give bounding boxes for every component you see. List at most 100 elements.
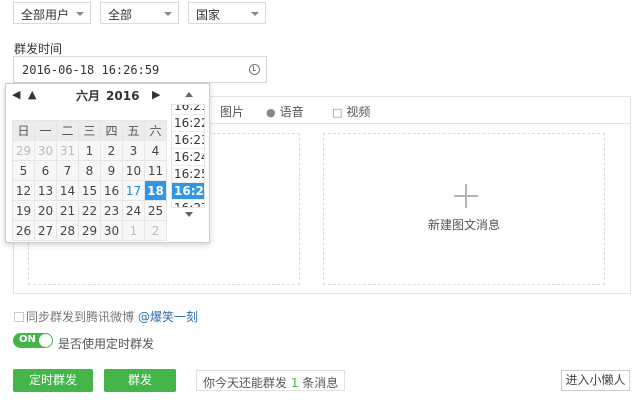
calendar-month: 六月: [76, 89, 101, 103]
calendar-day[interactable]: 28: [56, 220, 79, 241]
weekday-header: 日一二三四五六: [12, 120, 167, 141]
calendar-day[interactable]: 2: [100, 140, 123, 161]
time-option[interactable]: 16:22: [172, 115, 204, 132]
calendar-day[interactable]: 3: [122, 140, 145, 161]
tab-video-label: 视频: [346, 105, 371, 119]
calendar-day[interactable]: 22: [78, 200, 101, 221]
calendar-day[interactable]: 26: [12, 220, 35, 241]
time-column: 16:2116:2216:2316:2416:2516:2616:27: [166, 88, 209, 240]
weekday-label: 五: [122, 120, 145, 141]
time-option[interactable]: 16:23: [172, 132, 204, 149]
calendar-day[interactable]: 18: [144, 180, 167, 201]
calendar-year: 2016: [106, 89, 140, 103]
time-option[interactable]: 16:24: [172, 149, 204, 166]
calendar-day[interactable]: 21: [56, 200, 79, 221]
calendar-day[interactable]: 20: [34, 200, 57, 221]
toggle-state: ON: [19, 334, 36, 345]
datetime-picker: ◀ ▲ ▶ 六月 2016 日一二三四五六 29 30 31 1 2 3 4 5 6 7 8 9 10 11…: [5, 83, 210, 243]
calendar-day[interactable]: 10: [122, 160, 145, 181]
calendar-week: 26 27 28 29 30 1 2: [12, 220, 167, 241]
timed-send-toggle[interactable]: ON: [13, 333, 53, 348]
tab-image[interactable]: 图片: [220, 103, 244, 120]
tab-image-label: 图片: [220, 105, 245, 119]
calendar-day[interactable]: 8: [78, 160, 101, 181]
calendar-day[interactable]: 6: [34, 160, 57, 181]
calendar-grid: 日一二三四五六 29 30 31 1 2 3 4 5 6 7 8 9 10 11 12 13 14 15 16 17 1…: [12, 120, 167, 241]
audience-select[interactable]: 全部用户: [13, 2, 91, 24]
calendar-day[interactable]: 9: [100, 160, 123, 181]
time-option[interactable]: 16:25: [172, 166, 204, 183]
calendar-day[interactable]: 1: [78, 140, 101, 161]
calendar-day[interactable]: 29: [78, 220, 101, 241]
weekday-label: 三: [78, 120, 101, 141]
region-select-value: 国家: [196, 8, 221, 22]
calendar-day[interactable]: 30: [34, 140, 57, 161]
calendar-day[interactable]: 11: [144, 160, 167, 181]
home-icon[interactable]: ▲: [28, 88, 36, 104]
calendar-day[interactable]: 17: [122, 180, 145, 201]
time-option[interactable]: 16:27: [172, 200, 204, 207]
weekday-label: 二: [56, 120, 79, 141]
calendar-day[interactable]: 23: [100, 200, 123, 221]
next-month-button[interactable]: ▶: [152, 88, 160, 104]
timed-send-button[interactable]: 定时群发: [13, 369, 93, 392]
calendar-day[interactable]: 13: [34, 180, 57, 201]
send-button[interactable]: 群发: [104, 369, 176, 392]
calendar-week: 12 13 14 15 16 17 18: [12, 180, 167, 201]
calendar-day[interactable]: 24: [122, 200, 145, 221]
calendar-title[interactable]: 六月 2016: [76, 87, 139, 104]
weekday-label: 四: [100, 120, 123, 141]
calendar-day[interactable]: 4: [144, 140, 167, 161]
lazy-helper-button[interactable]: 进入小懒人: [561, 370, 630, 391]
weekday-label: 一: [34, 120, 57, 141]
calendar-day[interactable]: 5: [12, 160, 35, 181]
calendar-day[interactable]: 16: [100, 180, 123, 201]
calendar-day[interactable]: 29: [12, 140, 35, 161]
clock-icon[interactable]: [249, 64, 260, 75]
time-scroll-down-icon[interactable]: [185, 212, 193, 217]
calendar-day[interactable]: 12: [12, 180, 35, 201]
calendar-week: 29 30 31 1 2 3 4: [12, 140, 167, 161]
sync-weibo-label: 同步群发到腾讯微博: [26, 310, 135, 324]
new-article-slot[interactable]: 新建图文消息: [323, 133, 605, 285]
region-select[interactable]: 国家: [188, 2, 266, 24]
calendar-day[interactable]: 15: [78, 180, 101, 201]
plus-icon: [454, 184, 478, 208]
datetime-value: 2016-06-18 16:26:59: [22, 63, 160, 77]
quota-notice: 你今天还能群发 1 条消息: [196, 370, 346, 391]
tab-video[interactable]: □ 视频: [332, 103, 370, 120]
microphone-icon: ●: [266, 106, 276, 119]
calendar-day[interactable]: 27: [34, 220, 57, 241]
prev-month-button[interactable]: ◀: [12, 88, 20, 104]
chevron-down-icon: [251, 12, 259, 16]
chevron-down-icon: [164, 12, 172, 16]
tab-voice[interactable]: ● 语音: [266, 103, 304, 120]
calendar-day[interactable]: 7: [56, 160, 79, 181]
tab-voice-label: 语音: [279, 105, 304, 119]
calendar-week: 19 20 21 22 23 24 25: [12, 200, 167, 221]
sync-weibo-row: 同步群发到腾讯微博 @爆笑一刻: [14, 308, 198, 325]
gender-select[interactable]: 全部: [100, 2, 179, 24]
time-list[interactable]: 16:2116:2216:2316:2416:2516:2616:27: [171, 104, 205, 208]
calendar-day[interactable]: 1: [122, 220, 145, 241]
quota-prefix: 你今天还能群发: [203, 376, 291, 390]
audience-select-value: 全部用户: [21, 8, 70, 22]
time-option[interactable]: 16:26: [172, 183, 204, 200]
gender-select-value: 全部: [108, 8, 133, 22]
calendar-day[interactable]: 31: [56, 140, 79, 161]
new-article-label: 新建图文消息: [427, 218, 500, 232]
video-icon: □: [332, 106, 343, 119]
time-scroll-up-icon[interactable]: [185, 92, 193, 97]
calendar-day[interactable]: 30: [100, 220, 123, 241]
schedule-label: 群发时间: [14, 42, 63, 56]
sync-weibo-checkbox[interactable]: [14, 312, 24, 322]
calendar-week: 5 6 7 8 9 10 11: [12, 160, 167, 181]
calendar-day[interactable]: 25: [144, 200, 167, 221]
calendar-day[interactable]: 14: [56, 180, 79, 201]
time-option[interactable]: 16:21: [172, 105, 204, 115]
calendar-day[interactable]: 19: [12, 200, 35, 221]
calendar-day[interactable]: 2: [144, 220, 167, 241]
datetime-input[interactable]: 2016-06-18 16:26:59: [13, 56, 267, 83]
timed-send-label: 是否使用定时群发: [58, 337, 155, 351]
weibo-account-link[interactable]: @爆笑一刻: [138, 310, 198, 324]
